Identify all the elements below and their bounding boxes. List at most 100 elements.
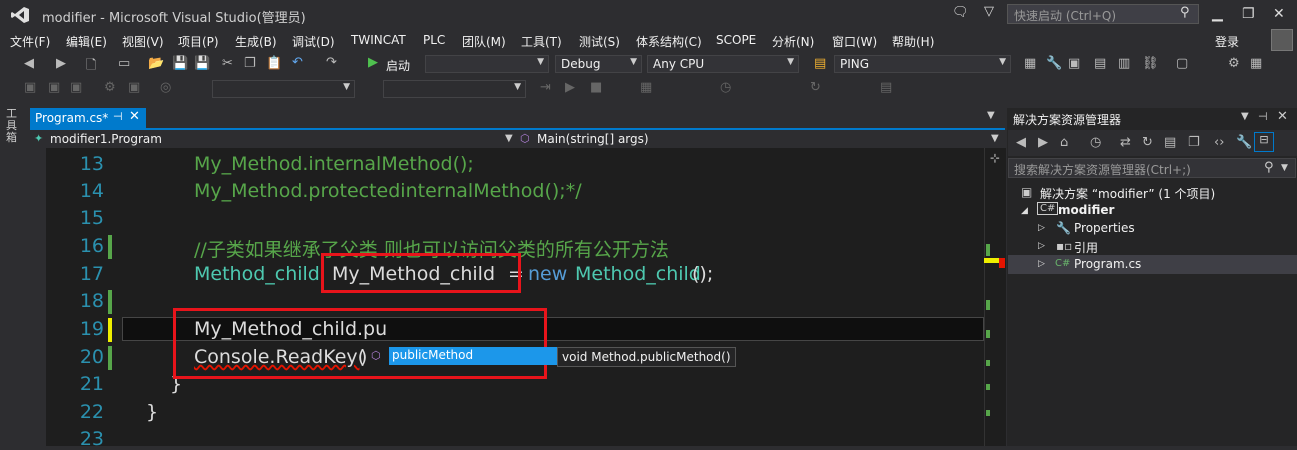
quick-launch-input[interactable]: 快速启动 (Ctrl+Q) bbox=[1007, 4, 1199, 24]
type-dropdown[interactable]: modifier1.Program bbox=[50, 132, 162, 146]
target-system-combo[interactable]: PING ▼ bbox=[834, 55, 1011, 73]
avatar[interactable] bbox=[1271, 29, 1293, 51]
tab-label: Program.cs* bbox=[35, 111, 109, 125]
back-icon[interactable]: ◀ bbox=[24, 56, 34, 71]
start-button[interactable]: 启动 bbox=[386, 57, 410, 74]
search-icon[interactable]: ⚲ bbox=[1180, 5, 1190, 20]
close-window-icon[interactable]: ✕ bbox=[1273, 6, 1285, 22]
collapse-arrow-icon[interactable]: ▷ bbox=[1038, 223, 1045, 233]
wrench-icon[interactable]: 🔧 bbox=[1236, 135, 1252, 150]
platform-combo[interactable]: Any CPU ▼ bbox=[647, 55, 799, 73]
menu-scope[interactable]: SCOPE bbox=[716, 33, 756, 47]
network-icon[interactable]: ▤ bbox=[1094, 56, 1106, 71]
menu-plc[interactable]: PLC bbox=[423, 33, 445, 47]
close-icon[interactable]: ✕ bbox=[1277, 109, 1288, 124]
disabled-tool-icon: ■ bbox=[590, 80, 603, 95]
filter-icon[interactable]: ▽ bbox=[984, 4, 994, 19]
code-line-22: } bbox=[146, 401, 159, 423]
start-icon[interactable]: ▶ bbox=[368, 55, 378, 70]
redo-icon[interactable]: ↷ bbox=[326, 55, 337, 70]
sync-icon[interactable]: ⇄ bbox=[1120, 135, 1131, 150]
restore-icon[interactable]: ❐ bbox=[1242, 6, 1255, 22]
toolbar-tool-icon[interactable]: ▦ bbox=[1024, 56, 1036, 71]
undo-icon[interactable]: ↶ bbox=[292, 55, 303, 70]
feedback-icon[interactable]: 🗨 bbox=[952, 5, 969, 20]
history-icon[interactable]: ◷ bbox=[1090, 135, 1101, 150]
save-all-icon[interactable]: 💾 bbox=[194, 56, 210, 71]
close-icon[interactable]: ✕ bbox=[129, 109, 140, 124]
copy-icon[interactable]: ❐ bbox=[244, 56, 256, 71]
menu-view[interactable]: 视图(V) bbox=[122, 33, 164, 50]
menu-project[interactable]: 项目(P) bbox=[178, 33, 219, 50]
chevron-down-icon[interactable]: ▼ bbox=[1281, 163, 1288, 173]
tab-dropdown-icon[interactable]: ▼ bbox=[987, 110, 995, 121]
menu-test[interactable]: 测试(S) bbox=[579, 33, 620, 50]
tree-item-properties[interactable]: Properties bbox=[1074, 221, 1135, 235]
pin-icon[interactable]: ⊣ bbox=[1258, 110, 1268, 123]
forward-icon[interactable]: ▶ bbox=[1038, 135, 1048, 150]
vertical-scrollbar[interactable] bbox=[984, 148, 1006, 446]
tree-item-references[interactable]: 引用 bbox=[1074, 239, 1098, 256]
wrench-icon: 🔧 bbox=[1056, 221, 1071, 235]
device-icon[interactable]: ▣ bbox=[1068, 56, 1080, 71]
new-project-icon[interactable]: 🗋 bbox=[86, 56, 96, 78]
cut-icon[interactable]: ✂ bbox=[222, 56, 233, 71]
pin-icon[interactable]: ⊣ bbox=[113, 110, 123, 123]
menu-architecture[interactable]: 体系结构(C) bbox=[636, 33, 702, 50]
toolbox-tab[interactable]: 工具箱 bbox=[6, 108, 20, 144]
save-icon[interactable]: 💾 bbox=[172, 56, 188, 71]
line-number: 18 bbox=[79, 290, 104, 312]
forward-icon[interactable]: ▶ bbox=[56, 56, 66, 71]
open-folder-icon[interactable]: 📂 bbox=[148, 56, 164, 71]
grid-icon[interactable]: ▦ bbox=[1250, 56, 1262, 71]
search-icon[interactable]: ⚲ bbox=[1264, 160, 1274, 175]
chevron-down-icon[interactable]: ▼ bbox=[505, 133, 513, 144]
menu-debug[interactable]: 调试(D) bbox=[292, 33, 335, 50]
menu-team[interactable]: 团队(M) bbox=[462, 33, 506, 50]
collapse-arrow-icon[interactable]: ▷ bbox=[1038, 241, 1045, 251]
menu-build[interactable]: 生成(B) bbox=[235, 33, 277, 50]
wrench-icon[interactable]: 🔧 bbox=[1046, 56, 1062, 71]
collapse-icon[interactable]: ▤ bbox=[1164, 135, 1176, 150]
preview-icon[interactable]: ⊟ bbox=[1254, 132, 1274, 152]
menu-file[interactable]: 文件(F) bbox=[10, 33, 50, 50]
minimize-icon[interactable]: ▁ bbox=[1212, 6, 1223, 22]
chevron-down-icon[interactable]: ▼ bbox=[991, 133, 999, 144]
link-icon[interactable]: ⛓ bbox=[1142, 56, 1159, 71]
split-icon[interactable]: ⊹ bbox=[990, 151, 1000, 165]
solution-search-input[interactable]: 搜索解决方案资源管理器(Ctrl+;) bbox=[1008, 158, 1296, 178]
menu-analyze[interactable]: 分析(N) bbox=[772, 33, 814, 50]
menu-twincat[interactable]: TWINCAT bbox=[351, 33, 406, 47]
line-number: 23 bbox=[79, 428, 104, 450]
debug-target-combo[interactable]: ▼ bbox=[425, 55, 549, 73]
scroll-change-mark bbox=[986, 300, 990, 310]
login-link[interactable]: 登录 bbox=[1215, 33, 1239, 50]
home-icon[interactable]: ⌂ bbox=[1060, 135, 1068, 150]
add-item-icon[interactable]: ▭ bbox=[118, 56, 130, 71]
menu-edit[interactable]: 编辑(E) bbox=[66, 33, 107, 50]
line-number: 17 bbox=[79, 263, 104, 285]
panel-dropdown-icon[interactable]: ▼ bbox=[1241, 111, 1249, 122]
collapse-arrow-icon[interactable]: ▷ bbox=[1038, 259, 1045, 269]
tree-item-project[interactable]: modifier bbox=[1058, 203, 1114, 217]
disabled-tool-icon: ▣ bbox=[70, 80, 83, 95]
menu-help[interactable]: 帮助(H) bbox=[892, 33, 934, 50]
tree-item-program-cs[interactable]: Program.cs bbox=[1074, 257, 1141, 271]
code-view-icon[interactable]: ‹› bbox=[1214, 135, 1224, 150]
configuration-combo[interactable]: Debug ▼ bbox=[555, 55, 642, 73]
tree-selection bbox=[1008, 255, 1297, 274]
menu-window[interactable]: 窗口(W) bbox=[832, 33, 877, 50]
display-icon[interactable]: ▢ bbox=[1176, 56, 1188, 71]
settings-icon[interactable]: ⚙ bbox=[1228, 56, 1240, 71]
refresh-icon[interactable]: ↻ bbox=[1142, 135, 1153, 150]
tree-item-solution[interactable]: 解决方案 “modifier” (1 个项目) bbox=[1040, 185, 1215, 202]
completion-item-publicmethod[interactable]: publicMethod bbox=[389, 347, 557, 365]
copy-icon[interactable]: ❐ bbox=[1188, 135, 1200, 150]
paste-icon[interactable]: 📋 bbox=[266, 56, 282, 71]
expand-arrow-icon[interactable]: ◢ bbox=[1021, 206, 1028, 216]
menu-tools[interactable]: 工具(T) bbox=[521, 33, 562, 50]
back-icon[interactable]: ◀ bbox=[1016, 135, 1026, 150]
io-icon[interactable]: ▥ bbox=[1118, 56, 1130, 71]
method-icon: ⬡ bbox=[371, 349, 381, 362]
member-dropdown[interactable]: Main(string[] args) bbox=[537, 132, 649, 146]
